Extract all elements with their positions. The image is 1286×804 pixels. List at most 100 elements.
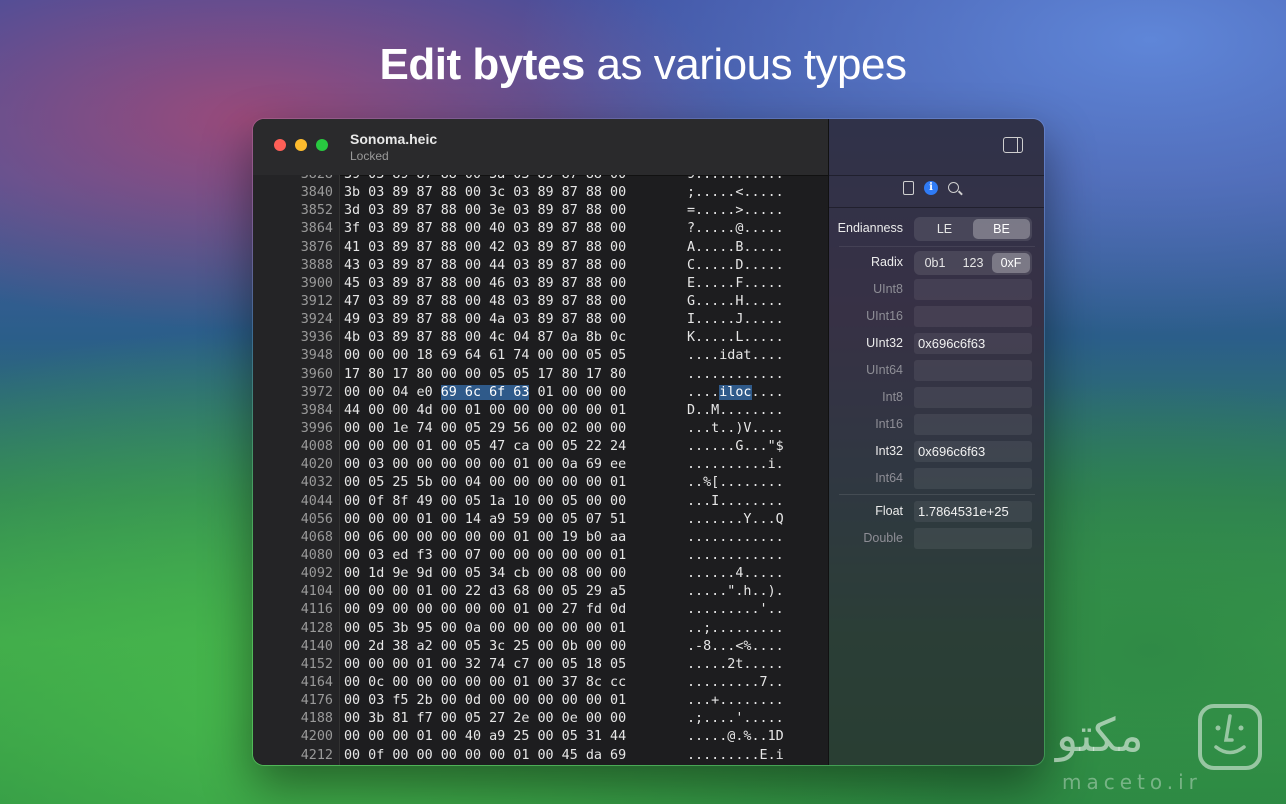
row-ascii[interactable]: .....2t..... bbox=[687, 657, 784, 672]
row-ascii[interactable]: .........E.i bbox=[687, 748, 784, 763]
row-hex-bytes[interactable]: 4b 03 89 87 88 00 4c 04 87 0a 8b 0c bbox=[344, 330, 626, 345]
row-ascii[interactable]: ......4..... bbox=[687, 566, 784, 581]
type-field-int8[interactable] bbox=[914, 387, 1032, 408]
row-ascii[interactable]: C.....D..... bbox=[687, 258, 784, 273]
row-hex-bytes[interactable]: 17 80 17 80 00 00 05 05 17 80 17 80 bbox=[344, 367, 626, 382]
row-hex-bytes[interactable]: 47 03 89 87 88 00 48 03 89 87 88 00 bbox=[344, 294, 626, 309]
row-hex-bytes[interactable]: 00 3b 81 f7 00 05 27 2e 00 0e 00 00 bbox=[344, 711, 626, 726]
type-field-float[interactable]: 1.7864531e+25 bbox=[914, 501, 1032, 522]
title-bar: Sonoma.heic Locked bbox=[253, 119, 828, 176]
row-ascii[interactable]: ..%[........ bbox=[687, 475, 784, 490]
row-ascii[interactable]: A.....B..... bbox=[687, 240, 784, 255]
row-hex-bytes[interactable]: 00 03 f5 2b 00 0d 00 00 00 00 00 01 bbox=[344, 693, 626, 708]
row-hex-bytes[interactable]: 3b 03 89 87 88 00 3c 03 89 87 88 00 bbox=[344, 185, 626, 200]
sidebar-toggle-icon[interactable] bbox=[1003, 137, 1023, 153]
type-label-float: Float bbox=[875, 504, 903, 518]
row-ascii[interactable]: .;....'..... bbox=[687, 711, 784, 726]
row-hex-bytes[interactable]: 43 03 89 87 88 00 44 03 89 87 88 00 bbox=[344, 258, 626, 273]
row-ascii[interactable]: .....@.%..1D bbox=[687, 729, 784, 744]
endianness-control[interactable]: LE BE bbox=[914, 217, 1032, 241]
row-ascii[interactable]: ...I........ bbox=[687, 494, 784, 509]
type-field-int32[interactable]: 0x696c6f63 bbox=[914, 441, 1032, 462]
document-icon[interactable] bbox=[903, 181, 914, 195]
hex-bytes[interactable]: 00 00 04 e0 bbox=[344, 385, 441, 400]
row-hex-bytes[interactable]: 00 09 00 00 00 00 00 01 00 27 fd 0d bbox=[344, 602, 626, 617]
row-hex-bytes[interactable]: 3f 03 89 87 88 00 40 03 89 87 88 00 bbox=[344, 221, 626, 236]
row-ascii[interactable]: ..........i. bbox=[687, 457, 784, 472]
row-ascii[interactable]: ?.....@..... bbox=[687, 221, 784, 236]
ascii-chars[interactable]: .... bbox=[687, 385, 719, 400]
radix-decimal[interactable]: 123 bbox=[954, 253, 992, 273]
row-hex-bytes[interactable]: 00 1d 9e 9d 00 05 34 cb 00 08 00 00 bbox=[344, 566, 626, 581]
row-ascii[interactable]: ............ bbox=[687, 530, 784, 545]
row-hex-bytes[interactable]: 00 05 3b 95 00 0a 00 00 00 00 00 01 bbox=[344, 621, 626, 636]
radix-binary[interactable]: 0b1 bbox=[916, 253, 954, 273]
row-hex-bytes[interactable]: 41 03 89 87 88 00 42 03 89 87 88 00 bbox=[344, 240, 626, 255]
row-hex-bytes[interactable]: 00 00 1e 74 00 05 29 56 00 02 00 00 bbox=[344, 421, 626, 436]
close-button[interactable] bbox=[274, 139, 286, 151]
row-hex-bytes[interactable]: 49 03 89 87 88 00 4a 03 89 87 88 00 bbox=[344, 312, 626, 327]
row-ascii[interactable]: ....iloc.... bbox=[687, 384, 784, 400]
type-field-uint16[interactable] bbox=[914, 306, 1032, 327]
row-ascii[interactable]: 9.....:..... bbox=[687, 175, 784, 182]
row-hex-bytes[interactable]: 00 0f 00 00 00 00 00 01 00 45 da 69 bbox=[344, 748, 626, 763]
row-hex-bytes[interactable]: 00 00 00 01 00 32 74 c7 00 05 18 05 bbox=[344, 657, 626, 672]
row-ascii[interactable]: G.....H..... bbox=[687, 294, 784, 309]
row-ascii[interactable]: =.....>..... bbox=[687, 203, 784, 218]
ascii-chars[interactable]: .... bbox=[752, 385, 784, 400]
row-ascii[interactable]: .-8...<%.... bbox=[687, 639, 784, 654]
row-hex-bytes[interactable]: 00 00 00 18 69 64 61 74 00 00 05 05 bbox=[344, 348, 626, 363]
row-ascii[interactable]: ..;......... bbox=[687, 621, 784, 636]
type-field-int16[interactable] bbox=[914, 414, 1032, 435]
row-ascii[interactable]: ...+........ bbox=[687, 693, 784, 708]
row-hex-bytes[interactable]: 00 00 00 01 00 22 d3 68 00 05 29 a5 bbox=[344, 584, 626, 599]
row-ascii[interactable]: .....".h..). bbox=[687, 584, 784, 599]
hex-bytes[interactable]: 01 00 00 00 bbox=[529, 385, 626, 400]
row-ascii[interactable]: ......G..."$ bbox=[687, 439, 784, 454]
row-hex-bytes[interactable]: 00 00 00 01 00 05 47 ca 00 05 22 24 bbox=[344, 439, 626, 454]
row-hex-bytes[interactable]: 39 03 89 87 88 00 3a 03 89 87 88 00 bbox=[344, 175, 626, 182]
row-ascii[interactable]: ............ bbox=[687, 548, 784, 563]
inspector-panel: i Endianness LE BE Radix 0b1 123 0xF UIn… bbox=[828, 119, 1044, 765]
row-hex-bytes[interactable]: 00 00 00 01 00 40 a9 25 00 05 31 44 bbox=[344, 729, 626, 744]
row-ascii[interactable]: K.....L..... bbox=[687, 330, 784, 345]
row-hex-bytes[interactable]: 00 0f 8f 49 00 05 1a 10 00 05 00 00 bbox=[344, 494, 626, 509]
row-ascii[interactable]: ....idat.... bbox=[687, 348, 784, 363]
row-ascii[interactable]: E.....F..... bbox=[687, 276, 784, 291]
type-field-uint64[interactable] bbox=[914, 360, 1032, 381]
row-hex-bytes[interactable]: 00 03 ed f3 00 07 00 00 00 00 00 01 bbox=[344, 548, 626, 563]
row-ascii[interactable]: .........7.. bbox=[687, 675, 784, 690]
selected-bytes[interactable]: 69 6c 6f 63 bbox=[440, 384, 530, 400]
row-hex-bytes[interactable]: 00 2d 38 a2 00 05 3c 25 00 0b 00 00 bbox=[344, 639, 626, 654]
endianness-be[interactable]: BE bbox=[973, 219, 1030, 239]
row-ascii[interactable]: .......Y...Q bbox=[687, 512, 784, 527]
zoom-button[interactable] bbox=[316, 139, 328, 151]
type-field-double[interactable] bbox=[914, 528, 1032, 549]
selected-ascii[interactable]: iloc bbox=[719, 384, 752, 400]
info-icon[interactable]: i bbox=[924, 181, 938, 195]
row-hex-bytes[interactable]: 00 03 00 00 00 00 00 01 00 0a 69 ee bbox=[344, 457, 626, 472]
row-hex-bytes[interactable]: 00 0c 00 00 00 00 00 01 00 37 8c cc bbox=[344, 675, 626, 690]
type-field-int64[interactable] bbox=[914, 468, 1032, 489]
radix-control[interactable]: 0b1 123 0xF bbox=[914, 251, 1032, 275]
row-ascii[interactable]: D..M........ bbox=[687, 403, 784, 418]
radix-hex[interactable]: 0xF bbox=[992, 253, 1030, 273]
endianness-le[interactable]: LE bbox=[916, 219, 973, 239]
type-field-uint32[interactable]: 0x696c6f63 bbox=[914, 333, 1032, 354]
row-ascii[interactable]: ............ bbox=[687, 367, 784, 382]
row-hex-bytes[interactable]: 45 03 89 87 88 00 46 03 89 87 88 00 bbox=[344, 276, 626, 291]
row-hex-bytes[interactable]: 00 00 00 01 00 14 a9 59 00 05 07 51 bbox=[344, 512, 626, 527]
hex-editor[interactable]: 3828 39 03 89 87 88 00 3a 03 89 87 88 00 9… bbox=[253, 175, 828, 765]
minimize-button[interactable] bbox=[295, 139, 307, 151]
row-hex-bytes[interactable]: 00 00 04 e0 69 6c 6f 63 01 00 00 00 bbox=[344, 384, 626, 400]
row-ascii[interactable]: I.....J..... bbox=[687, 312, 784, 327]
row-hex-bytes[interactable]: 44 00 00 4d 00 01 00 00 00 00 00 01 bbox=[344, 403, 626, 418]
row-ascii[interactable]: ...t..)V.... bbox=[687, 421, 784, 436]
row-hex-bytes[interactable]: 00 06 00 00 00 00 00 01 00 19 b0 aa bbox=[344, 530, 626, 545]
row-hex-bytes[interactable]: 00 05 25 5b 00 04 00 00 00 00 00 01 bbox=[344, 475, 626, 490]
row-ascii[interactable]: ;.....<..... bbox=[687, 185, 784, 200]
type-field-uint8[interactable] bbox=[914, 279, 1032, 300]
search-icon[interactable] bbox=[948, 181, 959, 193]
row-hex-bytes[interactable]: 3d 03 89 87 88 00 3e 03 89 87 88 00 bbox=[344, 203, 626, 218]
row-ascii[interactable]: .........'.. bbox=[687, 602, 784, 617]
